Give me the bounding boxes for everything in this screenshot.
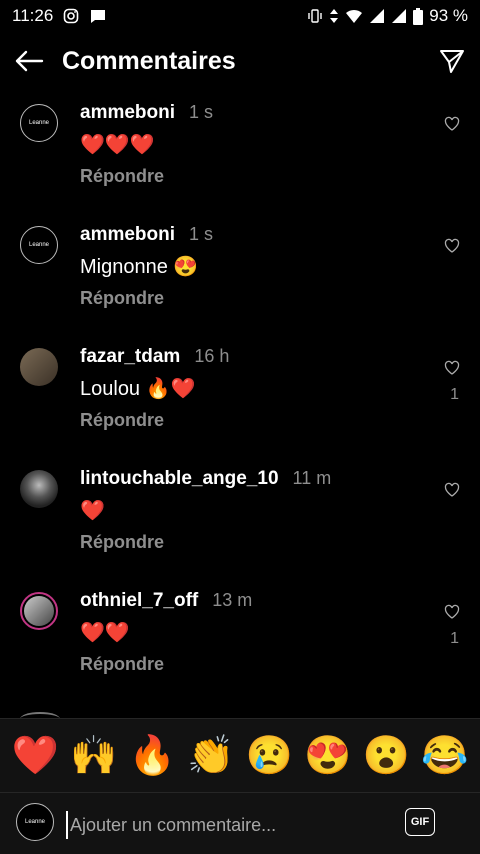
heart-icon[interactable] — [444, 482, 460, 498]
comment-item: fazar_tdam 16 h Loulou 🔥❤️ Répondre 1 — [0, 340, 480, 462]
emoji-crying[interactable]: 😢 — [246, 737, 293, 775]
comment-text: ❤️❤️ — [80, 622, 130, 644]
emoji-clapping[interactable]: 👏 — [187, 737, 234, 775]
comment-text: Mignonne 😍 — [80, 256, 199, 278]
own-avatar: Leanne — [16, 803, 54, 841]
send-icon[interactable] — [438, 47, 466, 75]
avatar[interactable] — [20, 348, 58, 386]
signal-icon-2 — [392, 9, 407, 23]
clock: 11:26 — [12, 6, 54, 25]
heart-icon[interactable] — [444, 360, 460, 376]
comment-username[interactable]: lintouchable_ange_10 — [80, 468, 279, 490]
comment-username[interactable]: fazar_tdam — [80, 346, 180, 368]
avatar-photo — [24, 596, 54, 626]
comment-item: othniel_7_off 13 m ❤️❤️ Répondre 1 — [0, 584, 480, 706]
emoji-heart-eyes[interactable]: 😍 — [304, 737, 351, 775]
comment-time: 16 h — [194, 346, 230, 366]
status-bar: 11:26 93 % — [0, 0, 480, 32]
comment-text: ❤️ — [80, 500, 105, 522]
battery-level: 93 % — [429, 6, 468, 25]
comment-time: 1 s — [189, 102, 214, 122]
comments-list: Leanne ammeboni 1 s ❤️❤️❤️ Répondre Lean… — [0, 96, 480, 706]
comment-username[interactable]: ammeboni — [80, 102, 175, 124]
heart-icon[interactable] — [444, 238, 460, 254]
emoji-fire[interactable]: 🔥 — [129, 737, 176, 775]
wifi-icon — [346, 9, 363, 23]
comment-input[interactable] — [66, 811, 372, 839]
back-arrow-icon[interactable] — [14, 49, 44, 73]
like-count: 1 — [450, 630, 459, 647]
comment-item: Leanne ammeboni 1 s ❤️❤️❤️ Répondre — [0, 96, 480, 218]
comment-item: lintouchable_ange_10 11 m ❤️ Répondre — [0, 462, 480, 584]
comment-time: 1 s — [189, 224, 214, 244]
gif-button[interactable]: GIF — [405, 808, 435, 836]
reply-button[interactable]: Répondre — [80, 288, 164, 309]
heart-icon[interactable] — [444, 116, 460, 132]
battery-icon — [413, 7, 424, 25]
data-arrows-icon — [330, 9, 339, 23]
reply-button[interactable]: Répondre — [80, 166, 164, 187]
comment-composer: Leanne GIF — [0, 792, 480, 854]
emoji-raising-hands[interactable]: 🙌 — [70, 737, 117, 775]
comment-item: Leanne ammeboni 1 s Mignonne 😍 Répondre — [0, 218, 480, 340]
avatar[interactable] — [20, 470, 58, 508]
avatar-logo: Leanne — [24, 818, 46, 825]
message-notification-icon — [91, 10, 106, 23]
avatar[interactable] — [20, 592, 58, 630]
comment-text: Loulou 🔥❤️ — [80, 378, 196, 400]
emoji-surprised[interactable]: 😮 — [363, 737, 410, 775]
avatar-logo: Leanne — [28, 241, 50, 248]
instagram-icon — [63, 8, 79, 24]
header: Commentaires — [0, 38, 480, 84]
comment-time: 13 m — [212, 590, 253, 610]
comment-username[interactable]: ammeboni — [80, 224, 175, 246]
page-title: Commentaires — [62, 46, 236, 75]
reply-button[interactable]: Répondre — [80, 410, 164, 431]
emoji-heart[interactable]: ❤️ — [12, 737, 59, 775]
comment-text: ❤️❤️❤️ — [80, 134, 155, 156]
reply-button[interactable]: Répondre — [80, 532, 164, 553]
avatar[interactable]: Leanne — [20, 226, 58, 264]
comment-time: 11 m — [292, 468, 332, 488]
like-count: 1 — [450, 386, 459, 403]
avatar-logo: Leanne — [28, 119, 50, 126]
signal-icon — [370, 9, 385, 23]
reply-button[interactable]: Répondre — [80, 654, 164, 675]
emoji-laughing[interactable]: 😂 — [421, 737, 468, 775]
emoji-quick-bar: ❤️ 🙌 🔥 👏 😢 😍 😮 😂 — [0, 718, 480, 792]
vibrate-icon — [308, 9, 322, 23]
heart-icon[interactable] — [444, 604, 460, 620]
avatar[interactable]: Leanne — [20, 104, 58, 142]
comment-username[interactable]: othniel_7_off — [80, 590, 198, 612]
